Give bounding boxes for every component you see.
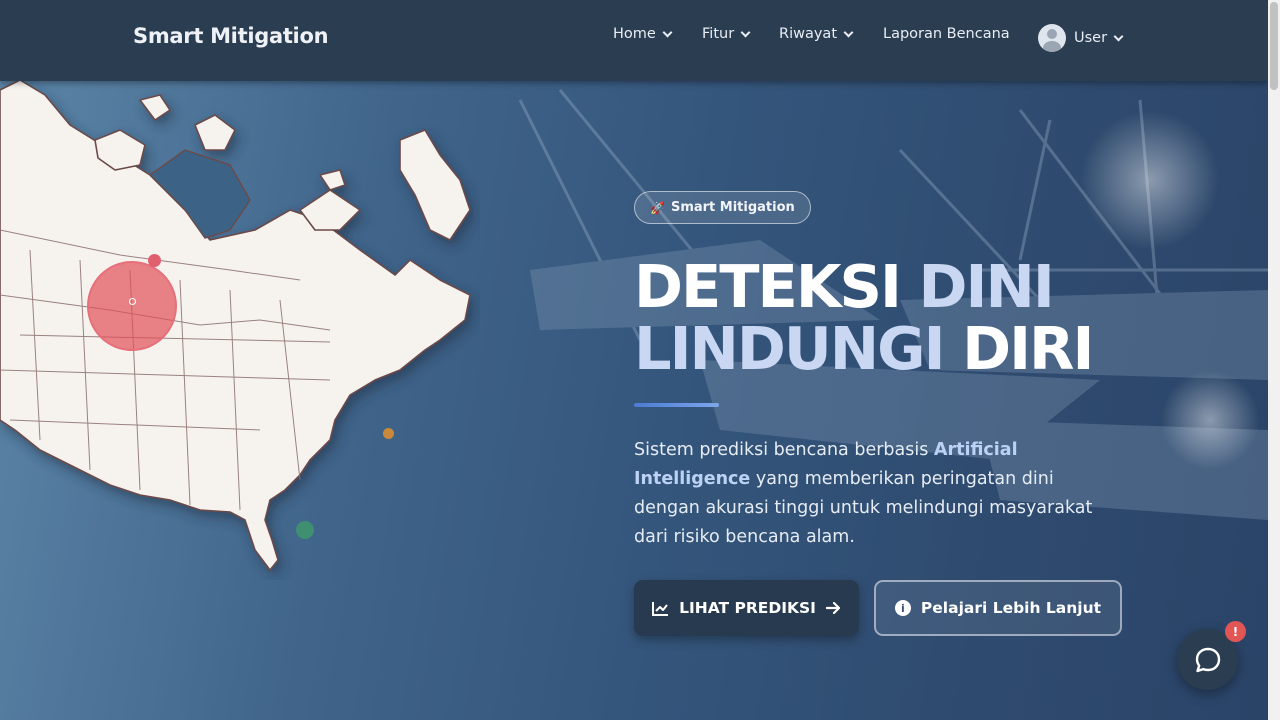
chevron-down-icon bbox=[740, 27, 751, 37]
hero-description: Sistem prediksi bencana berbasis Artific… bbox=[634, 436, 1114, 552]
info-circle-icon: i bbox=[894, 600, 911, 616]
nav-item-label: Home bbox=[613, 26, 656, 42]
nav-item-fitur[interactable]: Fitur bbox=[702, 26, 751, 42]
hero-glow-right bbox=[1160, 370, 1260, 470]
risk-marker-small[interactable] bbox=[148, 254, 161, 267]
hero-glow-top bbox=[1080, 110, 1220, 250]
user-label: User bbox=[1074, 30, 1108, 46]
headline-word: DINI bbox=[918, 252, 1055, 321]
lihat-prediksi-button[interactable]: LIHAT PREDIKSI bbox=[634, 580, 859, 636]
risk-marker-orange[interactable] bbox=[383, 428, 394, 439]
chevron-down-icon bbox=[662, 27, 673, 37]
arrow-right-icon bbox=[825, 601, 841, 615]
headline-accent-bar bbox=[634, 403, 719, 407]
hero-badge: 🚀 Smart Mitigation bbox=[634, 191, 811, 224]
nav-item-laporan-bencana[interactable]: Laporan Bencana bbox=[883, 26, 1010, 42]
risk-zone-pin-icon bbox=[129, 298, 136, 305]
top-navbar: Smart Mitigation Home Fitur Riwayat Lapo… bbox=[0, 0, 1268, 81]
chevron-down-icon bbox=[1113, 31, 1124, 41]
headline-word: LINDUNGI bbox=[634, 314, 946, 383]
rocket-icon: 🚀 bbox=[650, 200, 665, 215]
hero-badge-label: Smart Mitigation bbox=[670, 200, 795, 215]
description-text: Sistem prediksi bencana berbasis bbox=[634, 440, 934, 460]
user-menu[interactable]: User bbox=[1038, 24, 1124, 52]
chart-line-icon bbox=[652, 601, 669, 616]
brand-logo-text[interactable]: Smart Mitigation bbox=[133, 24, 329, 48]
headline-word: DETEKSI bbox=[634, 252, 902, 321]
nav-item-label: Riwayat bbox=[779, 26, 837, 42]
chat-notification-badge: ! bbox=[1225, 621, 1246, 642]
risk-marker-green[interactable] bbox=[296, 521, 314, 539]
user-avatar-icon bbox=[1038, 24, 1066, 52]
pelajari-label: Pelajari Lebih Lanjut bbox=[920, 599, 1102, 617]
page-scrollbar[interactable] bbox=[1268, 0, 1280, 720]
nav-item-label: Laporan Bencana bbox=[883, 26, 1010, 42]
headline-word: DIRI bbox=[962, 314, 1094, 383]
nav-item-home[interactable]: Home bbox=[613, 26, 673, 42]
pelajari-lebih-lanjut-button[interactable]: i Pelajari Lebih Lanjut bbox=[874, 580, 1122, 636]
hero-headline: DETEKSI DINI LINDUNGI DIRI bbox=[634, 256, 1094, 383]
chevron-down-icon bbox=[843, 27, 854, 37]
north-america-map bbox=[0, 80, 471, 571]
nav-item-label: Fitur bbox=[702, 26, 735, 42]
scrollbar-thumb[interactable] bbox=[1270, 2, 1278, 90]
risk-zone-circle[interactable] bbox=[87, 261, 177, 351]
hero-section: 🚀 Smart Mitigation DETEKSI DINI LINDUNGI… bbox=[0, 0, 1268, 720]
lihat-prediksi-label: LIHAT PREDIKSI bbox=[679, 599, 816, 617]
chat-bubble-icon bbox=[1195, 647, 1220, 672]
nav-item-riwayat[interactable]: Riwayat bbox=[779, 26, 854, 42]
